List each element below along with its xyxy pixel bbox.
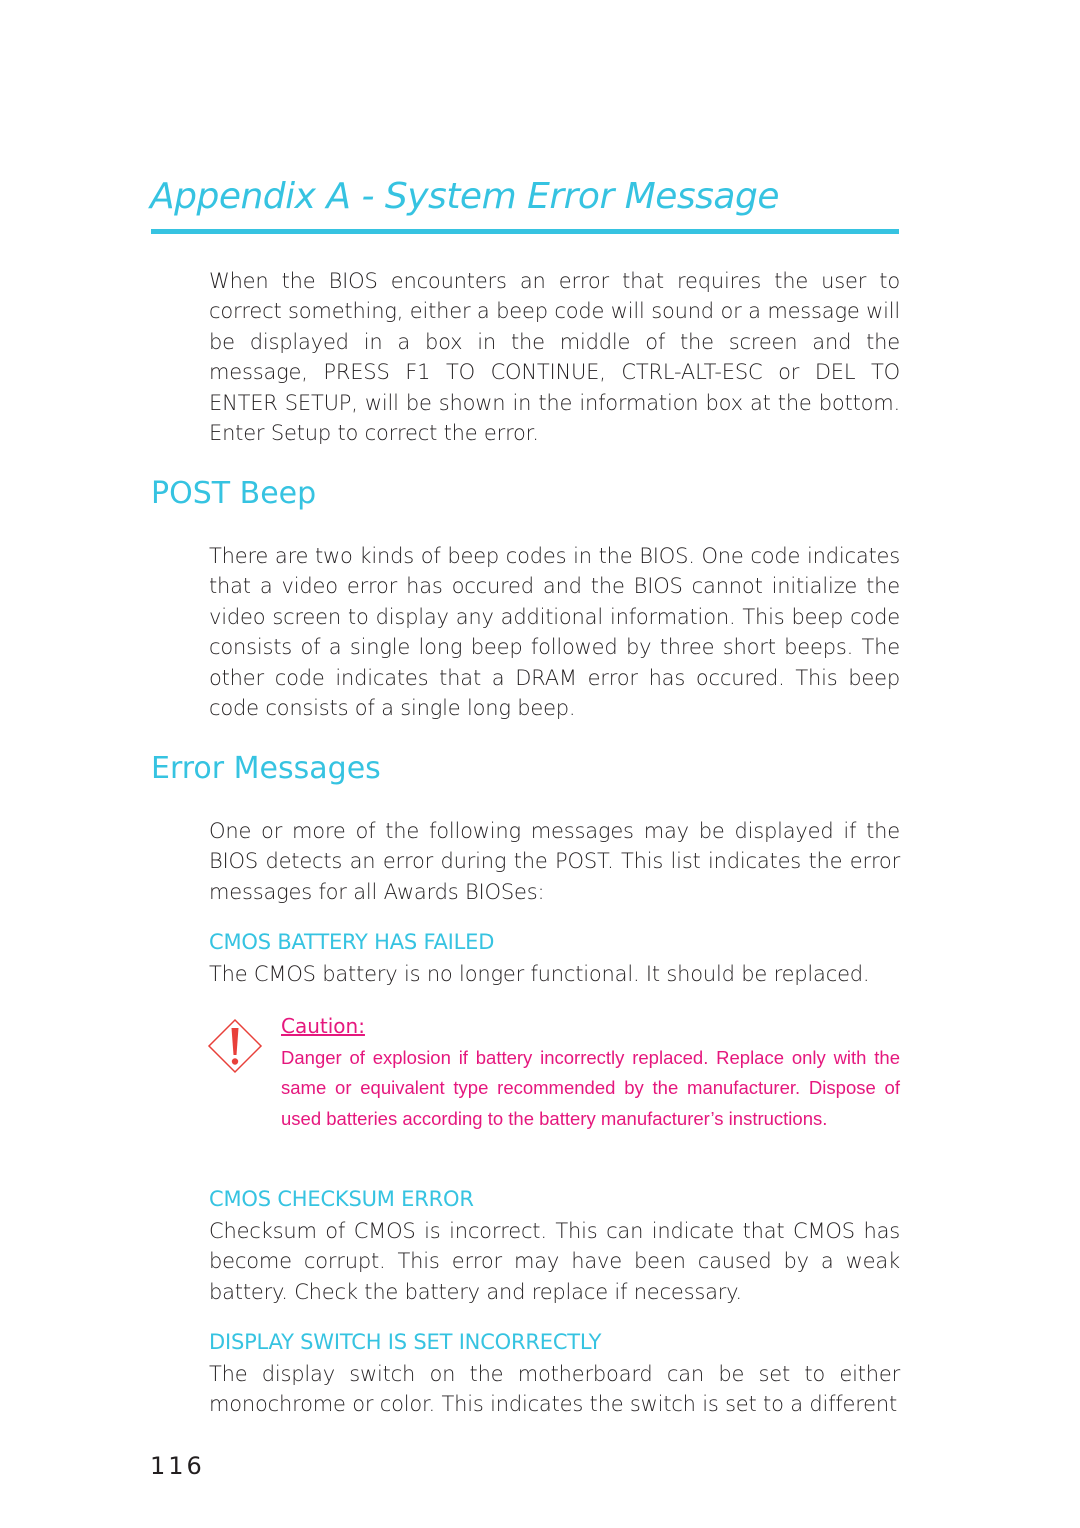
title-underline [151, 229, 899, 234]
caution-text: Danger of explosion if battery incorrect… [281, 1047, 900, 1129]
page-number: 116 [150, 1452, 205, 1480]
error-item-desc: Checksum of CMOS is incorrect. This can … [209, 1219, 900, 1304]
post-beep-heading: POST Beep [151, 476, 317, 511]
error-item-title: CMOS BATTERY HAS FAILED [209, 930, 495, 954]
warning-diamond-icon [207, 1018, 263, 1074]
error-item-desc: The CMOS battery is no longer functional… [209, 962, 870, 986]
page-title: Appendix A - System Error Message [150, 176, 780, 217]
error-item-title: CMOS CHECKSUM ERROR [209, 1187, 474, 1211]
intro-paragraph: When the BIOS encounters an error that r… [209, 269, 900, 446]
post-beep-paragraph: There are two kinds of beep codes in the… [209, 544, 900, 721]
error-messages-heading: Error Messages [151, 751, 381, 786]
error-messages-paragraph: One or more of the following messages ma… [209, 819, 900, 904]
caution-label: Caution: [281, 1014, 365, 1038]
error-item-desc: The display switch on the motherboard ca… [209, 1362, 900, 1417]
error-item-title: DISPLAY SWITCH IS SET INCORRECTLY [209, 1330, 602, 1354]
